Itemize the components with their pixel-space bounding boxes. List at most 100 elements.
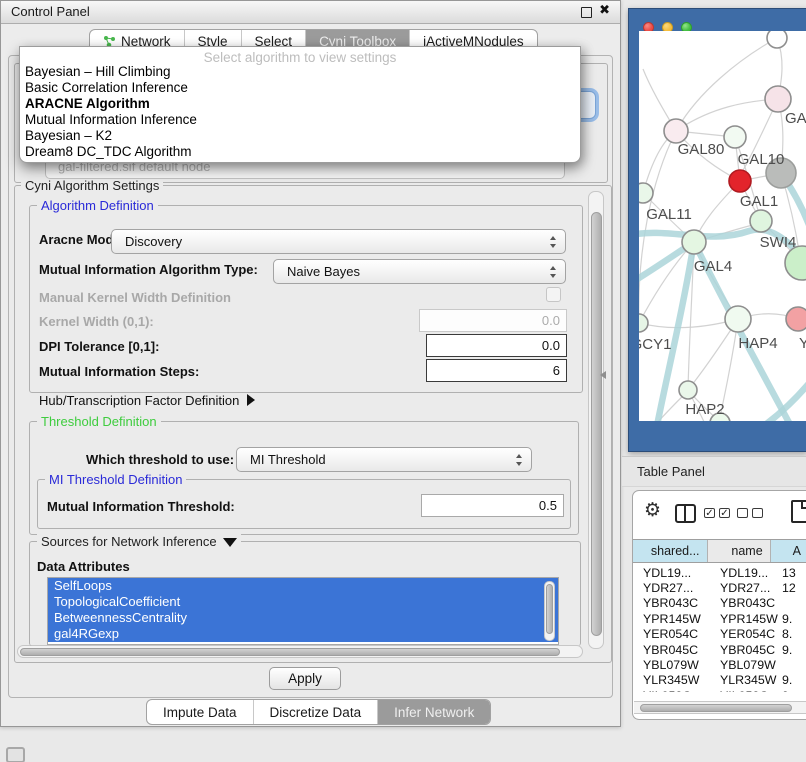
table-row[interactable]: YPR145WYPR145W9. (634, 611, 806, 626)
network-node[interactable] (750, 210, 772, 232)
tab-infer-network[interactable]: Infer Network (377, 700, 490, 724)
network-node[interactable] (785, 246, 806, 280)
which-threshold-label: Which threshold to use: (86, 452, 234, 467)
table-row[interactable]: YIL052CYIL052C9 (634, 688, 806, 692)
table-cell: YBR045C (634, 643, 712, 657)
data-attribute-item[interactable]: TopologicalCoefficient (48, 594, 558, 610)
network-edge (639, 131, 676, 323)
network-node[interactable] (729, 170, 751, 192)
dropdown-placeholder: Select algorithm to view settings (20, 50, 580, 65)
float-window-icon[interactable] (581, 7, 592, 18)
cyni-mode-tabs: Impute Data Discretize Data Infer Networ… (146, 699, 491, 725)
gear-icon[interactable]: ⚙ (644, 499, 661, 521)
pane-resize-arrow-icon[interactable] (600, 371, 606, 379)
network-node[interactable] (682, 230, 706, 254)
combo-spinner-icon (516, 454, 523, 466)
settings-horizontal-scrollbar[interactable] (17, 645, 583, 658)
table-cell: YLR345W (634, 673, 712, 687)
table-header: shared...nameA (633, 539, 806, 563)
which-threshold-combo[interactable]: MI Threshold (236, 447, 532, 472)
table-row[interactable]: YBR045CYBR045C9. (634, 642, 806, 657)
mi-type-combo[interactable]: Naive Bayes (273, 259, 566, 284)
scrollbar-thumb[interactable] (640, 704, 792, 712)
network-node[interactable] (639, 183, 653, 203)
table-row[interactable]: YDR27...YDR27...12 (634, 580, 806, 595)
control-panel-titlebar[interactable]: Control Panel ✖ (1, 1, 620, 24)
deselect-all-columns-icon[interactable] (737, 508, 763, 518)
network-node[interactable] (724, 126, 746, 148)
data-attributes-list[interactable]: SelfLoopsTopologicalCoefficientBetweenne… (47, 577, 559, 645)
network-view-window[interactable]: GALGAL80GAL10GAL1GAL11SWI4GAL4GCY1HAP4YH… (628, 8, 806, 452)
algorithm-option[interactable]: Basic Correlation Inference (20, 80, 580, 96)
network-canvas[interactable]: GALGAL80GAL10GAL1GAL11SWI4GAL4GCY1HAP4YH… (639, 31, 806, 421)
mi-threshold-label: Mutual Information Threshold: (47, 499, 235, 514)
network-node[interactable] (786, 307, 806, 331)
algorithm-option[interactable]: Bayesian – Hill Climbing (20, 64, 580, 80)
column-header[interactable]: name (708, 540, 771, 562)
mi-type-value: Naive Bayes (287, 264, 360, 279)
apply-button[interactable]: Apply (269, 667, 341, 690)
table-cell: 9. (778, 612, 806, 626)
table-cell: YDR27... (634, 581, 712, 595)
manual-kernel-label: Manual Kernel Width Definition (39, 290, 231, 305)
collapse-down-icon (223, 538, 237, 547)
hub-definition-toggle[interactable]: Hub/Transcription Factor Definition (39, 393, 255, 408)
table-cell: YDR27... (712, 581, 778, 595)
network-graph: GALGAL80GAL10GAL1GAL11SWI4GAL4GCY1HAP4YH… (639, 31, 806, 421)
aracne-mode-value: Discovery (125, 234, 182, 249)
scrollbar-thumb[interactable] (546, 584, 553, 634)
split-view-icon[interactable] (675, 504, 696, 523)
table-row[interactable]: YLR345WYLR345W9. (634, 673, 806, 688)
table-cell: YBR043C (712, 596, 778, 610)
settings-vertical-scrollbar[interactable] (588, 191, 604, 649)
data-attribute-item[interactable]: SelfLoops (48, 578, 558, 594)
column-header[interactable]: shared... (633, 540, 708, 562)
algorithm-option[interactable]: Dream8 DC_TDC Algorithm (20, 144, 580, 160)
sources-group-toggle[interactable]: Sources for Network Inference (37, 534, 241, 549)
network-node[interactable] (639, 314, 648, 332)
tab-impute-data[interactable]: Impute Data (147, 700, 253, 724)
list-vertical-scrollbar[interactable] (544, 581, 555, 641)
scrollbar-thumb[interactable] (20, 648, 560, 656)
data-attribute-item[interactable]: BetweennessCentrality (48, 610, 558, 626)
table-cell: 9. (778, 643, 806, 657)
tab-discretize-data[interactable]: Discretize Data (253, 700, 378, 724)
combo-spinner-icon (550, 236, 557, 248)
column-header[interactable]: A (771, 540, 806, 562)
scrollbar-thumb[interactable] (591, 212, 602, 636)
table-cell: 12 (778, 581, 806, 595)
network-node[interactable] (767, 31, 787, 48)
manual-kernel-checkbox[interactable] (546, 287, 561, 302)
table-row[interactable]: YER054CYER054C8. (634, 627, 806, 642)
close-window-icon[interactable]: ✖ (599, 3, 610, 18)
table-cell: 8. (778, 627, 806, 641)
mi-threshold-field[interactable]: 0.5 (421, 494, 564, 517)
table-row[interactable]: YBR043CYBR043C (634, 596, 806, 611)
table-row[interactable]: YBL079WYBL079W (634, 657, 806, 672)
table-row[interactable]: YDL19...YDL19...13 (634, 565, 806, 580)
node-label: GAL1 (740, 193, 778, 210)
mi-steps-field[interactable]: 6 (426, 359, 567, 382)
network-node[interactable] (664, 119, 688, 143)
minimized-panel-icon[interactable] (6, 747, 25, 762)
select-all-columns-icon[interactable]: ✓✓ (704, 508, 730, 518)
node-label: GAL4 (694, 258, 732, 275)
table-panel-titlebar[interactable]: Table Panel (622, 456, 806, 487)
algorithm-option[interactable]: Mutual Information Inference (20, 112, 580, 128)
data-attributes-label: Data Attributes (37, 559, 130, 574)
data-attribute-item[interactable]: gal4RGexp (48, 626, 558, 642)
network-node[interactable] (765, 86, 791, 112)
network-node[interactable] (725, 306, 751, 332)
table-panel-window: ⚙ ✓✓ shared...nameA YDL19...YDL19...13YD… (632, 490, 806, 720)
node-label: HAP2 (685, 401, 724, 418)
dpi-tolerance-field[interactable]: 0.0 (426, 334, 567, 357)
algorithm-option[interactable]: ARACNE Algorithm (20, 96, 580, 112)
table-cell: YPR145W (712, 612, 778, 626)
aracne-mode-combo[interactable]: Discovery (111, 229, 566, 254)
new-table-icon[interactable] (791, 500, 806, 523)
algorithm-option[interactable]: Bayesian – K2 (20, 128, 580, 144)
apply-button-label: Apply (288, 671, 322, 686)
network-node[interactable] (679, 381, 697, 399)
table-horizontal-scrollbar[interactable] (634, 701, 806, 714)
table-cell: YBL079W (712, 658, 778, 672)
